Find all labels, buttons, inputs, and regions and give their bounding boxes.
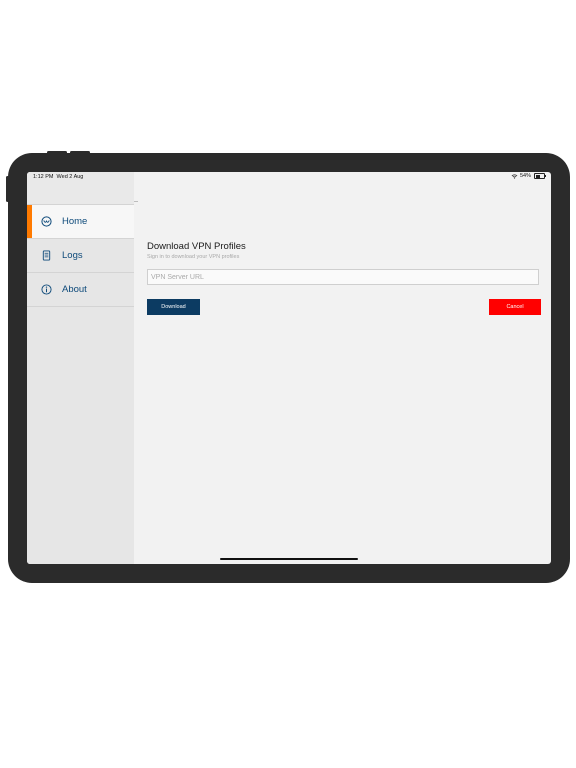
home-indicator[interactable] — [220, 558, 358, 560]
home-logo-icon — [41, 216, 52, 227]
sidebar-item-label: Home — [62, 216, 88, 227]
status-bar: 1:12 PM Wed 2 Aug 54% — [27, 172, 551, 182]
battery-percent: 54% — [519, 173, 531, 179]
sidebar-item-label: About — [62, 284, 87, 295]
status-time-text: 1:12 PM — [33, 174, 54, 180]
page-title: Download VPN Profiles — [147, 241, 246, 252]
sidebar-item-label: Logs — [62, 250, 83, 261]
status-indicators: 54% — [511, 173, 546, 179]
sidebar-item-about[interactable]: About — [27, 273, 134, 307]
download-button[interactable]: Download — [147, 299, 200, 315]
battery-icon — [534, 173, 546, 179]
sidebar-item-home[interactable]: Home — [27, 205, 134, 239]
document-icon — [41, 250, 52, 261]
status-date-text: Wed 2 Aug — [56, 174, 84, 180]
vpn-server-url-input[interactable] — [147, 269, 539, 285]
info-icon — [41, 284, 52, 295]
sidebar-item-logs[interactable]: Logs — [27, 239, 134, 273]
screen: 1:12 PM Wed 2 Aug 54% Home Logs About Do… — [27, 172, 551, 564]
main-content: Download VPN Profiles Sign in to downloa… — [134, 172, 551, 564]
sidebar: Home Logs About — [27, 172, 134, 564]
cancel-button[interactable]: Cancel — [489, 299, 541, 315]
status-time: 1:12 PM Wed 2 Aug — [33, 174, 83, 180]
wifi-icon — [511, 173, 518, 179]
page-subtitle: Sign in to download your VPN profiles — [147, 254, 240, 260]
